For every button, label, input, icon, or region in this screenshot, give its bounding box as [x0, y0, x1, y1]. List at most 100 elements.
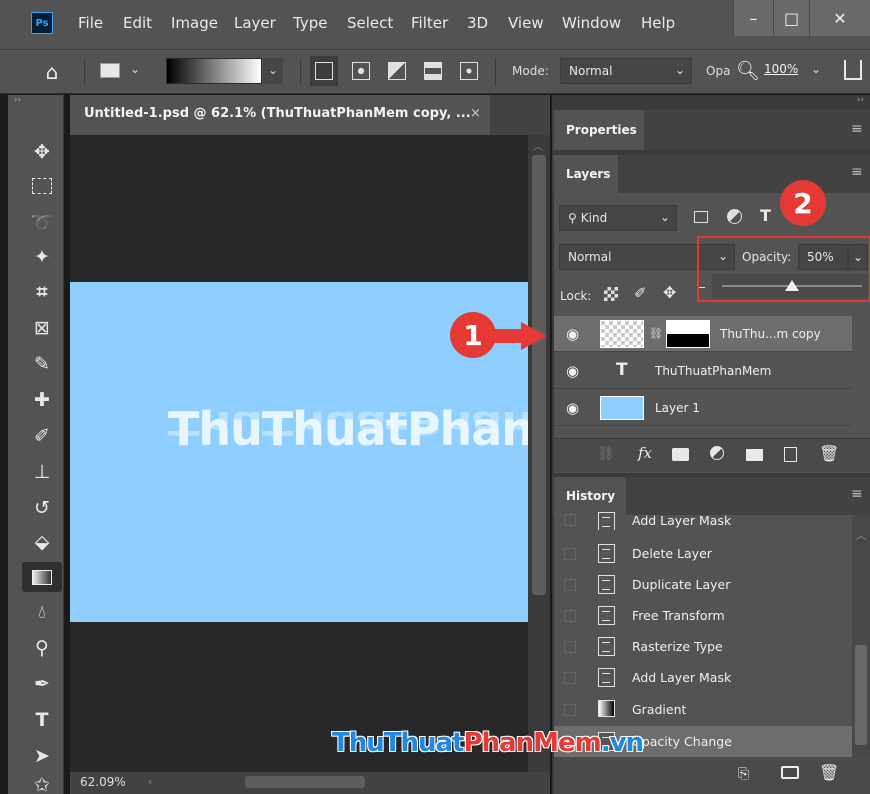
layer-name[interactable]: ThuThu...m copy [720, 327, 821, 341]
pen-tool-icon[interactable]: ✒ [30, 672, 54, 696]
delete-layer-icon[interactable]: 🗑︎ [819, 444, 839, 463]
tab-properties[interactable]: Properties [554, 110, 644, 150]
history-snapshot-checkbox[interactable] [564, 704, 576, 716]
link-layers-icon[interactable]: ⛓ [597, 446, 615, 462]
layer-row[interactable]: ◉ T ThuThuatPhanMem [554, 353, 852, 389]
menu-layer[interactable]: Layer [234, 14, 276, 32]
history-snapshot-checkbox[interactable] [564, 672, 576, 684]
history-item[interactable]: Duplicate Layer [554, 569, 852, 600]
crop-tool-icon[interactable]: ⌗ [30, 280, 54, 304]
frame-tool-icon[interactable]: ⊠ [30, 316, 54, 340]
menu-type[interactable]: Type [293, 14, 327, 32]
gradient-dropdown-icon[interactable]: ⌄ [263, 58, 283, 84]
filter-adjustment-icon[interactable] [727, 209, 742, 224]
visibility-eye-icon[interactable]: ◉ [566, 401, 582, 416]
blur-tool-icon[interactable]: 💧︎ [30, 600, 54, 624]
filter-type-icon[interactable]: T [760, 206, 771, 225]
healing-brush-tool-icon[interactable]: ✚ [30, 388, 54, 412]
layer-name[interactable]: Layer 1 [655, 401, 700, 415]
dodge-tool-icon[interactable]: ⚲ [30, 636, 54, 660]
layer-name[interactable]: ThuThuatPhanMem [655, 364, 771, 378]
history-item[interactable]: Add Layer Mask [554, 508, 852, 530]
move-tool-icon[interactable]: ✥ [30, 140, 54, 164]
history-scroll-thumb[interactable] [855, 645, 867, 745]
angle-gradient-icon[interactable] [388, 62, 406, 80]
radial-gradient-icon[interactable] [352, 62, 370, 80]
linear-gradient-icon[interactable] [315, 62, 333, 80]
eyedropper-tool-icon[interactable]: ✎ [30, 352, 54, 376]
scroll-up-icon[interactable]: ︿ [533, 138, 543, 153]
maximize-button[interactable]: □ [773, 0, 809, 36]
history-snapshot-checkbox[interactable] [564, 579, 576, 591]
filter-pixel-icon[interactable] [694, 211, 708, 223]
close-tab-icon[interactable]: × [470, 106, 481, 121]
lock-pixels-brush-icon[interactable]: ✐ [634, 284, 647, 302]
gradient-tool-selected[interactable] [22, 562, 62, 592]
add-mask-icon[interactable] [672, 448, 689, 461]
menu-filter[interactable]: Filter [411, 14, 448, 32]
visibility-eye-icon[interactable]: ◉ [566, 327, 582, 342]
panel-menu-icon[interactable]: ≡ [851, 486, 863, 502]
history-brush-tool-icon[interactable]: ↺ [30, 496, 54, 520]
camera-snapshot-icon[interactable] [781, 766, 799, 779]
panel-menu-icon[interactable]: ≡ [851, 164, 863, 180]
search-icon[interactable]: 🔍︎ [736, 59, 760, 82]
history-snapshot-checkbox[interactable] [564, 641, 576, 653]
magic-wand-tool-icon[interactable]: ✦ [30, 245, 54, 269]
brush-tool-icon[interactable]: ✐ [30, 424, 54, 448]
menu-edit[interactable]: Edit [123, 14, 152, 32]
fx-icon[interactable]: fx [638, 444, 652, 462]
diamond-gradient-icon[interactable] [460, 62, 478, 80]
lock-position-icon[interactable]: ✥ [663, 283, 676, 302]
menu-3d[interactable]: 3D [467, 14, 488, 32]
history-snapshot-checkbox[interactable] [564, 610, 576, 622]
history-item[interactable]: Gradient [554, 694, 852, 725]
history-item[interactable]: Rasterize Type [554, 631, 852, 662]
new-document-from-state-icon[interactable]: ⎘ [738, 766, 749, 782]
type-tool-icon[interactable]: T [30, 708, 54, 732]
zoom-value[interactable]: 100% [764, 62, 798, 76]
gradient-picker[interactable] [166, 58, 262, 84]
menu-help[interactable]: Help [641, 14, 675, 32]
eraser-tool-icon[interactable]: ⬙ [30, 530, 54, 554]
new-layer-icon[interactable] [784, 447, 797, 462]
new-group-icon[interactable] [746, 449, 763, 461]
history-item[interactable]: Add Layer Mask [554, 662, 852, 693]
layer-link-icon[interactable]: ⛓ [649, 327, 663, 340]
delete-state-icon[interactable]: 🗑︎ [819, 763, 839, 782]
home-icon[interactable]: ⌂ [40, 60, 64, 84]
document-tab[interactable]: Untitled-1.psd @ 62.1% (ThuThuatPhanMem … [70, 95, 490, 135]
history-item[interactable]: Free Transform [554, 600, 852, 631]
layer-row[interactable]: ◉ Layer 1 [554, 390, 852, 426]
marquee-tool-icon[interactable] [32, 178, 52, 194]
menu-window[interactable]: Window [562, 14, 621, 32]
panel-menu-icon[interactable]: ≡ [851, 121, 863, 137]
menu-image[interactable]: Image [171, 14, 218, 32]
mode-select[interactable]: Normal ⌄ [560, 58, 692, 84]
layer-row[interactable]: ◉ ⛓ ThuThu...m copy [554, 316, 852, 352]
vertical-scroll-thumb[interactable] [532, 155, 546, 595]
shape-tool-icon[interactable]: ✩ [30, 776, 54, 794]
layer-filter-select[interactable]: ⚲ Kind ⌄ [559, 205, 677, 231]
adjustment-layer-icon[interactable] [710, 446, 724, 460]
menu-select[interactable]: Select [347, 14, 393, 32]
reflected-gradient-icon[interactable] [424, 62, 442, 80]
dock-collapse-icon[interactable]: ›› [552, 95, 870, 109]
chevron-down-icon[interactable]: ⌄ [811, 62, 821, 76]
minimize-button[interactable]: – [733, 0, 773, 36]
lasso-tool-icon[interactable]: ➰ [30, 210, 54, 234]
scroll-left-icon[interactable]: ‹ [148, 775, 152, 788]
tab-layers[interactable]: Layers [554, 155, 618, 193]
chevron-down-icon[interactable]: ⌄ [130, 62, 140, 76]
history-snapshot-checkbox[interactable] [564, 548, 576, 560]
tool-preset-icon[interactable] [100, 63, 120, 78]
history-item[interactable]: Delete Layer [554, 538, 852, 569]
visibility-eye-icon[interactable]: ◉ [566, 364, 582, 379]
history-snapshot-checkbox[interactable] [564, 514, 576, 526]
layer-mask-thumbnail[interactable] [666, 320, 710, 348]
collapse-icon[interactable]: ›› [10, 95, 62, 109]
stamp-tool-icon[interactable]: ⊥ [30, 460, 54, 484]
menu-view[interactable]: View [508, 14, 544, 32]
horizontal-scroll-thumb[interactable] [245, 776, 365, 788]
lock-transparent-icon[interactable] [604, 287, 618, 301]
